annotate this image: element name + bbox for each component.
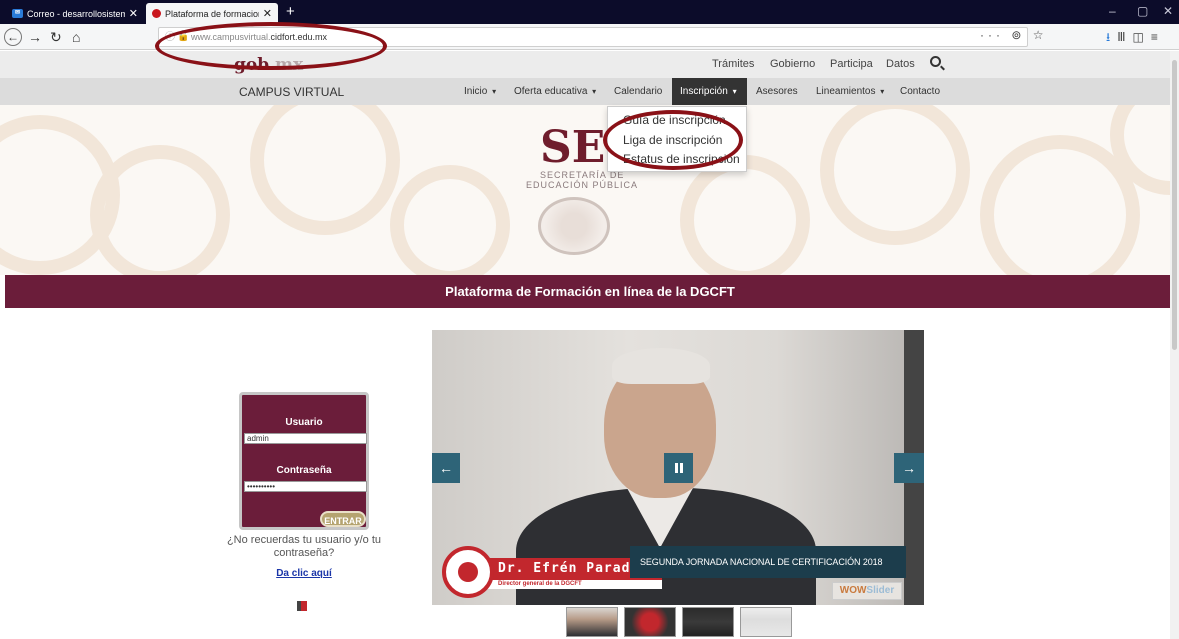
nav-label: Inicio — [464, 86, 488, 97]
contrasena-label: Contraseña — [276, 465, 332, 476]
reload-icon[interactable]: ↻ — [50, 28, 62, 46]
chevron-down-icon: ▾ — [492, 87, 497, 96]
annotation-circle — [155, 22, 387, 70]
close-window-icon[interactable]: ✕ — [1163, 4, 1173, 18]
nav-item-asesores[interactable]: Asesores — [756, 78, 798, 105]
gob-link-gobierno[interactable]: Gobierno — [770, 58, 815, 70]
nav-item-lineamientos[interactable]: Lineamientos ▾ — [816, 78, 884, 105]
site-title[interactable]: CAMPUS VIRTUAL — [239, 85, 344, 99]
search-icon[interactable] — [930, 56, 941, 67]
ornament — [250, 105, 400, 235]
slider-pause-icon[interactable] — [664, 453, 693, 483]
slider-thumbnail[interactable] — [624, 607, 676, 637]
main-navigation: CAMPUS VIRTUAL Inicio ▾ Oferta educativa… — [0, 78, 1179, 105]
new-tab-button[interactable]: + — [286, 3, 295, 21]
small-logo-icon — [297, 601, 307, 611]
site-favicon-icon — [152, 9, 161, 18]
video-lower-third: Dr. Efrén Parada Director general de la … — [442, 540, 662, 598]
login-panel: Usuario Contraseña ENTRAR — [239, 392, 369, 530]
speaker-title: Director general de la DGCFT — [486, 580, 662, 589]
nav-label: Lineamientos — [816, 86, 876, 97]
nav-item-oferta-educativa[interactable]: Oferta educativa ▾ — [514, 78, 596, 105]
nav-label: Inscripción — [680, 86, 728, 97]
forgot-credentials-link[interactable]: Da clic aquí — [226, 568, 382, 579]
entrar-button[interactable]: ENTRAR — [320, 511, 366, 527]
menu-icon[interactable]: ≡ — [1151, 30, 1165, 44]
sep-subtitle: EDUCACIÓN PÚBLICA — [526, 180, 639, 190]
nav-item-inicio[interactable]: Inicio ▾ — [464, 78, 496, 105]
slider-thumbnail[interactable] — [740, 607, 792, 637]
chevron-down-icon: ▾ — [592, 87, 597, 96]
image-slider[interactable]: ← → Dr. Efrén Parada Director general de… — [432, 330, 924, 605]
mail-icon: ✉ — [12, 9, 23, 18]
tab-label: Plataforma de formacion en lin — [165, 8, 259, 19]
dgcft-logo-icon — [442, 546, 494, 598]
slide-caption: SEGUNDA JORNADA NACIONAL DE CERTIFICACIÓ… — [630, 546, 906, 578]
download-icon[interactable]: ⭳ — [1106, 30, 1117, 44]
chevron-down-icon: ▾ — [732, 87, 737, 96]
gob-link-datos[interactable]: Datos — [886, 58, 915, 70]
ornament — [820, 105, 970, 245]
tab-label: Correo - desarrollosistemas.cic — [27, 8, 125, 19]
tab-correo[interactable]: ✉ Correo - desarrollosistemas.cic ✕ — [6, 3, 144, 24]
national-seal-icon — [538, 197, 610, 255]
slider-prev-arrow-icon[interactable]: ← — [432, 453, 460, 483]
password-input[interactable] — [244, 481, 367, 492]
back-arrow-icon[interactable]: ← — [4, 28, 22, 46]
ornament — [90, 145, 230, 275]
annotation-circle — [603, 110, 743, 170]
brand-suffix: Slider — [866, 585, 895, 596]
browser-tab-bar: ✉ Correo - desarrollosistemas.cic ✕ Plat… — [0, 0, 1179, 24]
hero-section: SEP SECRETARÍA DE EDUCACIÓN PÚBLICA — [0, 105, 1179, 275]
nav-label: Oferta educativa — [514, 86, 588, 97]
ornament — [680, 155, 810, 275]
browser-toolbar-icons: ⭳Ⅲ◫≡ — [1106, 28, 1165, 49]
platform-banner: Plataforma de Formación en línea de la D… — [5, 275, 1175, 308]
scrollbar-thumb[interactable] — [1172, 60, 1177, 350]
nav-item-calendario[interactable]: Calendario — [614, 78, 662, 105]
home-icon[interactable]: ⌂ — [72, 28, 80, 46]
gob-link-tramites[interactable]: Trámites — [712, 58, 754, 70]
close-tab-icon[interactable]: ✕ — [129, 7, 138, 20]
minimize-icon[interactable]: – — [1109, 4, 1116, 18]
nav-item-contacto[interactable]: Contacto — [900, 78, 940, 105]
slider-next-arrow-icon[interactable]: → — [894, 453, 924, 483]
wowslider-badge[interactable]: WOWSlider — [832, 582, 902, 600]
restore-icon[interactable]: ▢ — [1137, 4, 1148, 18]
slider-thumbnail[interactable] — [566, 607, 618, 637]
slider-thumbnail[interactable] — [682, 607, 734, 637]
nav-item-inscripcion[interactable]: Inscripción ▾ — [672, 78, 747, 105]
tab-plataforma[interactable]: Plataforma de formacion en lin ✕ — [146, 3, 278, 24]
brand-main: WOW — [839, 585, 867, 596]
ornament — [390, 165, 510, 275]
sidebar-icon[interactable]: ◫ — [1132, 30, 1150, 44]
chevron-down-icon: ▾ — [880, 87, 885, 96]
usuario-input[interactable] — [244, 433, 367, 444]
forgot-credentials-text: ¿No recuerdas tu usuario y/o tu contrase… — [226, 534, 382, 559]
page-actions-icon[interactable]: ··· ⊚ ☆ — [980, 28, 1047, 42]
gob-link-participa[interactable]: Participa — [830, 58, 873, 70]
close-tab-icon[interactable]: ✕ — [263, 7, 272, 20]
forward-arrow-icon[interactable]: → — [28, 28, 42, 46]
usuario-label: Usuario — [285, 417, 323, 428]
slide-photo-hair — [612, 348, 710, 384]
library-icon[interactable]: Ⅲ — [1117, 30, 1132, 44]
